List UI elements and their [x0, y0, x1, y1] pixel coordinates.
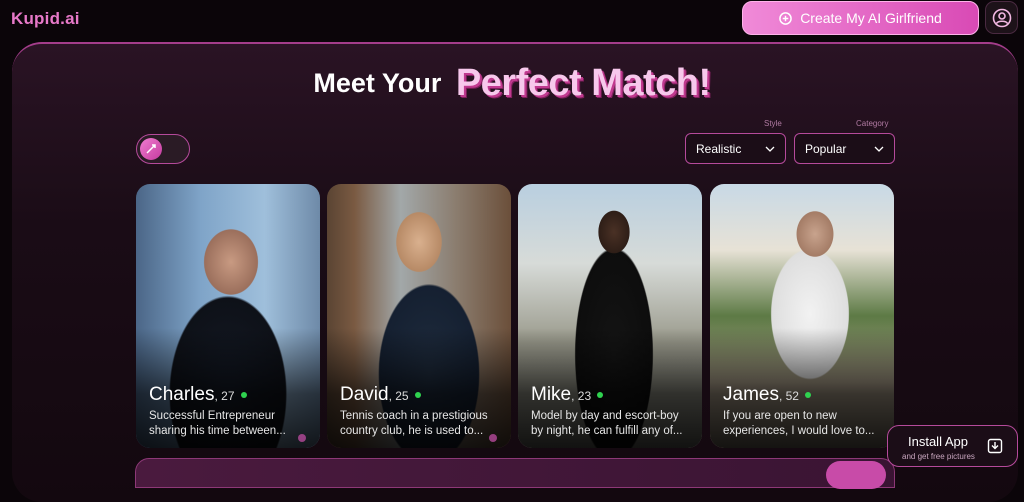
- bottom-banner[interactable]: [135, 458, 895, 489]
- toggle-knob: [140, 138, 162, 160]
- character-age: , 23: [571, 389, 592, 403]
- download-icon: [987, 438, 1003, 454]
- character-name: Mike, 23: [531, 384, 604, 406]
- online-indicator: [597, 391, 604, 398]
- create-button-label: Create My AI Girlfriend: [800, 10, 942, 26]
- style-label: Style: [764, 119, 782, 128]
- profile-button[interactable]: [985, 1, 1018, 34]
- title-line-2: Perfect Match!: [455, 62, 711, 104]
- chevron-down-icon: [765, 146, 775, 152]
- style-value: Realistic: [696, 141, 742, 156]
- chevron-down-icon: [874, 146, 884, 152]
- character-description: Model by day and escort-boy by night, he…: [531, 410, 683, 437]
- category-select[interactable]: Popular: [794, 133, 895, 164]
- category-value: Popular: [805, 141, 847, 156]
- user-circle-icon: [992, 8, 1011, 27]
- character-age: , 27: [214, 389, 235, 403]
- character-description: If you are open to new experiences, I wo…: [723, 410, 875, 437]
- install-title: Install App: [908, 434, 968, 449]
- character-description: Tennis coach in a prestigious country cl…: [340, 410, 488, 437]
- character-age: , 52: [778, 389, 799, 403]
- sparkle-icon: [779, 11, 793, 25]
- character-name: James, 52: [723, 384, 811, 406]
- install-subtitle: and get free pictures: [902, 452, 975, 461]
- create-ai-girlfriend-button[interactable]: Create My AI Girlfriend: [742, 1, 979, 35]
- top-bar: Kupid.ai Create My AI Girlfriend: [0, 0, 1024, 40]
- banner-pill: [826, 461, 886, 489]
- online-indicator: [804, 391, 811, 398]
- install-app-button[interactable]: Install App and get free pictures: [887, 425, 1018, 467]
- brand-mark-icon: [298, 434, 306, 442]
- character-name: David, 25: [340, 384, 421, 406]
- cupid-icon: [146, 144, 156, 154]
- character-description: Successful Entrepreneur sharing his time…: [149, 410, 286, 437]
- logo[interactable]: Kupid.ai: [11, 9, 80, 29]
- character-name: Charles, 27: [149, 384, 247, 406]
- title-line-1: Meet Your: [313, 68, 442, 98]
- page-title: Meet Your Perfect Match!: [0, 62, 1024, 105]
- character-card[interactable]: James, 52 If you are open to new experie…: [710, 184, 894, 448]
- category-label: Category: [856, 119, 889, 128]
- brand-mark-icon: [489, 434, 497, 442]
- online-indicator: [414, 391, 421, 398]
- gender-toggle[interactable]: [136, 134, 190, 164]
- character-card[interactable]: Charles, 27 Successful Entrepreneur shar…: [136, 184, 320, 448]
- style-select[interactable]: Realistic: [685, 133, 786, 164]
- online-indicator: [240, 391, 247, 398]
- character-card[interactable]: David, 25 Tennis coach in a prestigious …: [327, 184, 511, 448]
- character-card[interactable]: Mike, 23 Model by day and escort-boy by …: [518, 184, 702, 448]
- character-age: , 25: [388, 389, 409, 403]
